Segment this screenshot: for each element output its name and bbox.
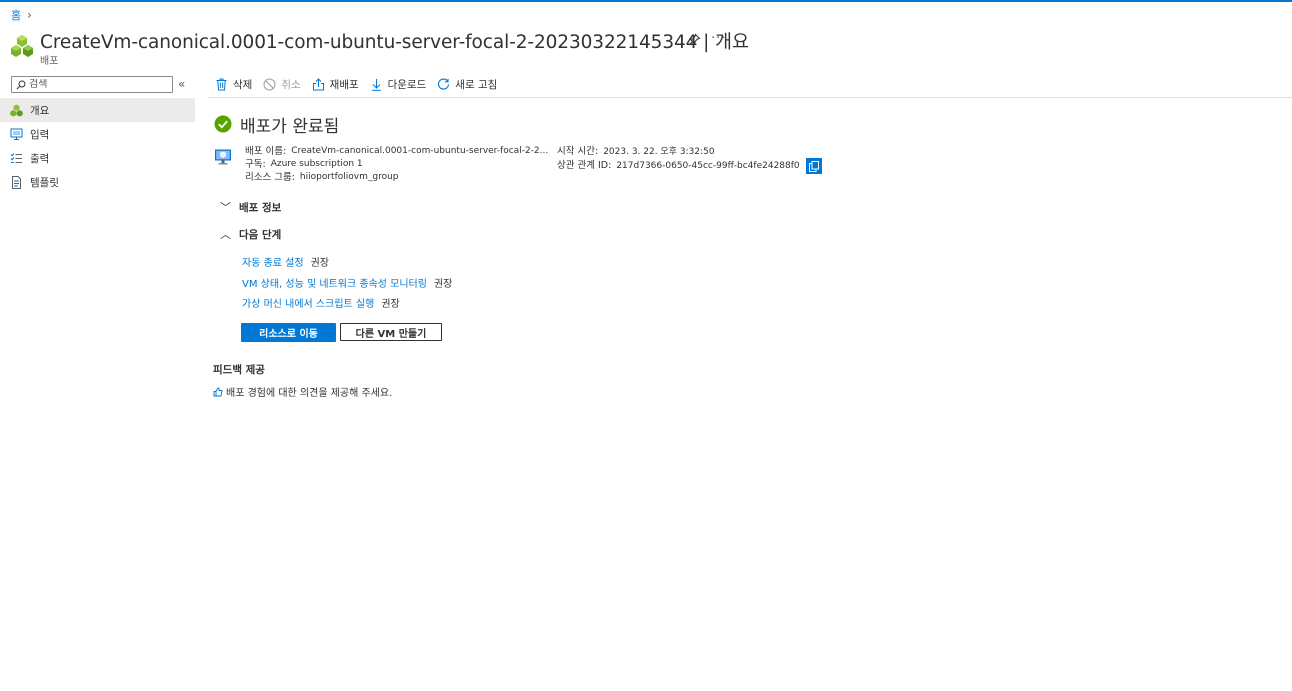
virtual-machine-icon [215,149,231,165]
deployment-name-value: CreateVm-canonical.0001-com-ubuntu-serve… [291,146,549,156]
more-options-icon[interactable]: ··· [711,31,726,46]
next-steps-toggle[interactable]: ︿ 다음 단계 [220,226,281,242]
feedback-link[interactable]: 배포 경험에 대한 의견을 제공해 주세요. [213,384,392,399]
next-steps-list: 자동 종료 설정 권장 VM 상태, 성능 및 네트워크 종속성 모니터링 권장… [242,254,452,316]
subscription-link[interactable]: Azure subscription 1 [271,158,363,171]
sidebar-item-overview[interactable]: 개요 [0,98,195,122]
sidebar-item-label: 템플릿 [30,176,59,189]
breadcrumb: 홈 › [11,7,32,23]
list-item: VM 상태, 성능 및 네트워크 종속성 모니터링 권장 [242,275,452,296]
deployment-details-heading: 배포 정보 [239,201,282,214]
sidebar-item-inputs[interactable]: 입력 [0,122,195,146]
chevron-up-icon: ︿ [220,228,231,241]
search-input[interactable] [26,79,159,90]
redeploy-label: 재배포 [329,78,359,91]
delete-label: 삭제 [233,78,253,91]
correlation-id-value: 217d7366-0650-45cc-99ff-bc4fe24288f0 [616,161,800,171]
page-title: CreateVm-canonical.0001-com-ubuntu-serve… [40,32,749,53]
recommended-tag: 권장 [381,299,400,310]
next-steps-heading: 다음 단계 [239,228,282,241]
upload-icon [312,77,324,90]
sidebar-item-label: 개요 [30,104,50,117]
download-icon [371,78,381,91]
trash-icon [216,78,227,90]
output-icon [10,152,22,163]
go-to-resource-button[interactable]: 리소스로 이동 [241,323,336,342]
list-item: 자동 종료 설정 권장 [242,254,452,275]
toolbar-divider [208,97,1292,98]
search-icon [16,80,26,89]
run-script-link[interactable]: 가상 머신 내에서 스크립트 실행 [242,295,374,316]
deployment-summary: 배포 이름: CreateVm-canonical.0001-com-ubunt… [245,145,548,184]
search-box[interactable] [11,76,173,93]
recommended-tag: 권장 [310,258,329,269]
success-check-icon [214,115,232,133]
feedback-link-text: 배포 경험에 대한 의견을 제공해 주세요. [226,388,393,399]
copy-icon [808,160,819,172]
create-another-vm-button[interactable]: 다른 VM 만들기 [340,323,442,341]
deployment-resource-icon [11,35,33,57]
feedback-icon [213,387,223,396]
command-bar: 삭제 취소 재배포 다운로드 새로 고침 [215,76,508,92]
monitor-vm-link[interactable]: VM 상태, 성능 및 네트워크 종속성 모니터링 [242,275,427,296]
sidebar-nav: 개요 입력 출력 템플릿 [0,98,195,194]
resource-group-label: 리소스 그룹: [245,172,295,183]
recommended-tag: 권장 [433,278,453,290]
delete-button[interactable]: 삭제 [215,77,252,92]
correlation-id-label: 상관 관계 ID: [557,160,612,171]
refresh-icon [438,78,450,90]
feedback-heading: 피드백 제공 [213,364,265,376]
deployment-status-heading: 배포가 완료됨 [240,117,340,137]
download-label: 다운로드 [387,78,427,91]
input-icon [10,128,23,140]
sidebar-item-template[interactable]: 템플릿 [0,170,195,194]
template-icon [12,175,21,189]
sidebar-item-outputs[interactable]: 출력 [0,146,195,170]
page-subtitle: 배포 [40,56,59,67]
download-button[interactable]: 다운로드 [370,77,427,92]
chevron-down-icon: ﹀ [220,201,231,214]
cancel-label: 취소 [281,78,301,91]
deployment-icon [10,104,23,116]
collapse-sidebar-icon[interactable]: « [178,77,185,91]
refresh-button[interactable]: 새로 고침 [437,77,497,92]
deployment-name-label: 배포 이름: [245,146,287,157]
chevron-right-icon: › [27,8,32,22]
copy-to-clipboard-button[interactable] [805,158,822,174]
pin-icon[interactable] [687,33,701,47]
top-accent-line [0,0,1292,2]
cancel-icon [263,78,276,90]
subscription-label: 구독: [245,159,266,170]
sidebar-item-label: 입력 [30,128,50,141]
cancel-button[interactable]: 취소 [263,77,301,92]
list-item: 가상 머신 내에서 스크립트 실행 권장 [242,295,452,316]
deployment-details-toggle[interactable]: ﹀ 배포 정보 [220,199,281,215]
breadcrumb-home-link[interactable]: 홈 [11,7,21,23]
resource-group-link[interactable]: hiioportfoliovm_group [300,171,399,184]
refresh-label: 새로 고침 [455,78,498,91]
auto-shutdown-link[interactable]: 자동 종료 설정 [242,254,304,275]
deployment-timing: 시작 시간: 2023. 3. 22. 오후 3:32:50 상관 관계 ID:… [557,145,822,174]
redeploy-button[interactable]: 재배포 [312,77,359,92]
sidebar-item-label: 출력 [30,152,50,165]
